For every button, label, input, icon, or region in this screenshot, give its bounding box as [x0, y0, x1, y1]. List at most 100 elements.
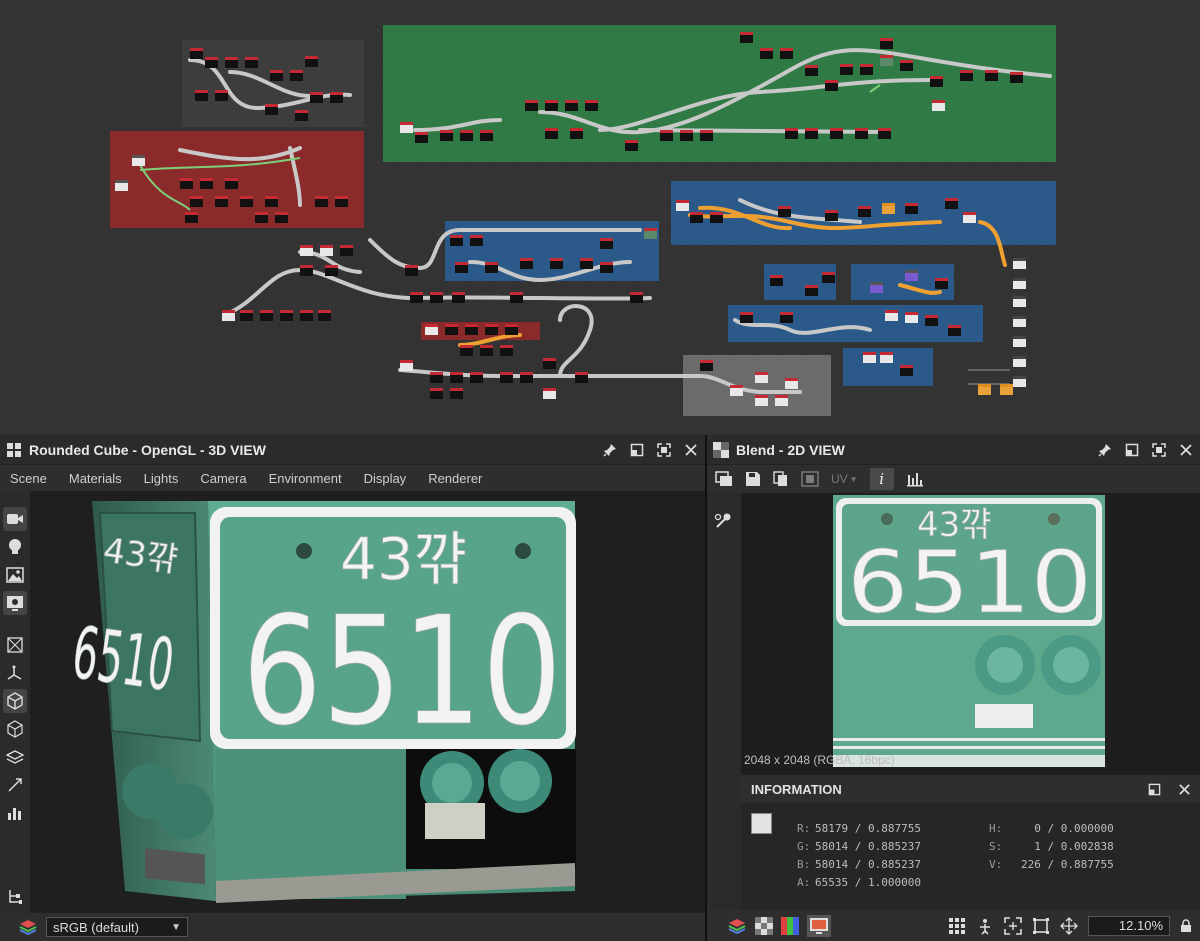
pin-icon[interactable]	[602, 442, 618, 458]
graph-node[interactable]	[450, 388, 463, 399]
graph-node[interactable]	[858, 206, 871, 217]
graph-node[interactable]	[625, 140, 638, 151]
graph-node[interactable]	[470, 235, 483, 246]
graph-node[interactable]	[855, 128, 868, 139]
graph-node[interactable]	[240, 310, 253, 321]
camera-icon[interactable]	[3, 507, 27, 531]
graph-node[interactable]	[905, 203, 918, 214]
graph-node[interactable]	[760, 48, 773, 59]
graph-node[interactable]	[660, 130, 673, 141]
graph-node[interactable]	[960, 70, 973, 81]
hierarchy-icon[interactable]	[3, 885, 27, 909]
frame-icon[interactable]	[1032, 917, 1050, 935]
graph-node[interactable]	[260, 310, 273, 321]
graph-node[interactable]	[676, 200, 689, 211]
graph-node[interactable]	[863, 352, 876, 363]
graph-node[interactable]	[905, 270, 918, 281]
graph-node[interactable]	[425, 324, 438, 335]
histogram-icon[interactable]	[3, 801, 27, 825]
graph-node[interactable]	[195, 90, 208, 101]
graph-node[interactable]	[680, 130, 693, 141]
close-icon[interactable]	[683, 442, 699, 458]
close-icon[interactable]	[1176, 781, 1192, 797]
graph-node[interactable]	[755, 395, 768, 406]
menu-camera[interactable]: Camera	[200, 471, 246, 486]
graph-node[interactable]	[550, 258, 563, 269]
graph-node[interactable]	[255, 212, 268, 223]
export-icon[interactable]	[715, 471, 733, 487]
graph-node[interactable]	[948, 325, 961, 336]
graph-node[interactable]	[318, 310, 331, 321]
graph-node[interactable]	[900, 60, 913, 71]
graph-node[interactable]	[600, 262, 613, 273]
graph-node[interactable]	[460, 345, 473, 356]
save-icon[interactable]	[745, 471, 761, 487]
graph-node[interactable]	[885, 310, 898, 321]
graph-node[interactable]	[430, 388, 443, 399]
output-node[interactable]	[1013, 296, 1026, 307]
graph-node[interactable]	[545, 128, 558, 139]
graph-node[interactable]	[805, 128, 818, 139]
graph-node[interactable]	[330, 92, 343, 103]
graph-node[interactable]	[825, 210, 838, 221]
axis-gizmo-icon[interactable]	[3, 661, 27, 685]
graph-node[interactable]	[265, 196, 278, 207]
graph-node[interactable]	[575, 372, 588, 383]
graph-node[interactable]	[310, 92, 323, 103]
output-node[interactable]	[1013, 376, 1026, 387]
restore-icon[interactable]	[629, 442, 645, 458]
layers-stack-icon[interactable]	[18, 918, 38, 936]
graph-node[interactable]	[450, 372, 463, 383]
lock-icon[interactable]	[1180, 918, 1192, 933]
menu-display[interactable]: Display	[364, 471, 407, 486]
graph-node[interactable]	[775, 395, 788, 406]
graph-node[interactable]	[500, 372, 513, 383]
uv-chevron-down-icon[interactable]: ▼	[850, 475, 858, 484]
environment-icon[interactable]	[3, 563, 27, 587]
graph-node[interactable]	[905, 312, 918, 323]
graph-node[interactable]	[932, 100, 945, 111]
alpha-checker-icon[interactable]	[755, 916, 773, 935]
graph-node[interactable]	[785, 128, 798, 139]
menu-lights[interactable]: Lights	[144, 471, 179, 486]
graph-node[interactable]	[485, 324, 498, 335]
graph-node[interactable]	[780, 48, 793, 59]
graph-node[interactable]	[930, 76, 943, 87]
graph-node[interactable]	[115, 180, 128, 191]
graph-node[interactable]	[925, 315, 938, 326]
graph-node[interactable]	[825, 80, 838, 91]
graph-node[interactable]	[740, 32, 753, 43]
graph-node[interactable]	[405, 265, 418, 276]
graph-node[interactable]	[900, 365, 913, 376]
graph-node[interactable]	[240, 196, 253, 207]
graph-node[interactable]	[440, 130, 453, 141]
graph-node[interactable]	[245, 57, 258, 68]
graph-node[interactable]	[543, 388, 556, 399]
info-icon[interactable]: i	[869, 468, 894, 490]
close-icon[interactable]	[1178, 442, 1194, 458]
histogram-icon[interactable]	[906, 471, 924, 487]
graph-node[interactable]	[880, 38, 893, 49]
graph-node[interactable]	[480, 345, 493, 356]
graph-node[interactable]	[565, 100, 578, 111]
graph-node[interactable]	[525, 100, 538, 111]
graph-node[interactable]	[878, 128, 891, 139]
graph-node[interactable]	[805, 65, 818, 76]
graph-node[interactable]	[225, 57, 238, 68]
graph-node[interactable]	[730, 385, 743, 396]
graph-node[interactable]	[455, 262, 468, 273]
uv-cube-icon[interactable]	[3, 717, 27, 741]
graph-node[interactable]	[305, 56, 318, 67]
graph-node[interactable]	[780, 312, 793, 323]
graph-node[interactable]	[222, 310, 235, 321]
graph-node[interactable]	[1010, 72, 1023, 83]
graph-node[interactable]	[325, 265, 338, 276]
colorspace-select[interactable]: sRGB (default) ▼	[46, 917, 188, 937]
uv-toggle[interactable]: UV	[831, 472, 848, 486]
3d-viewport[interactable]: 43꺆 6510 43꺆 6510	[30, 491, 705, 913]
graph-node[interactable]	[580, 258, 593, 269]
graph-node[interactable]	[505, 324, 518, 335]
graph-node[interactable]	[778, 206, 791, 217]
graph-node[interactable]	[200, 178, 213, 189]
graph-node[interactable]	[132, 155, 145, 166]
